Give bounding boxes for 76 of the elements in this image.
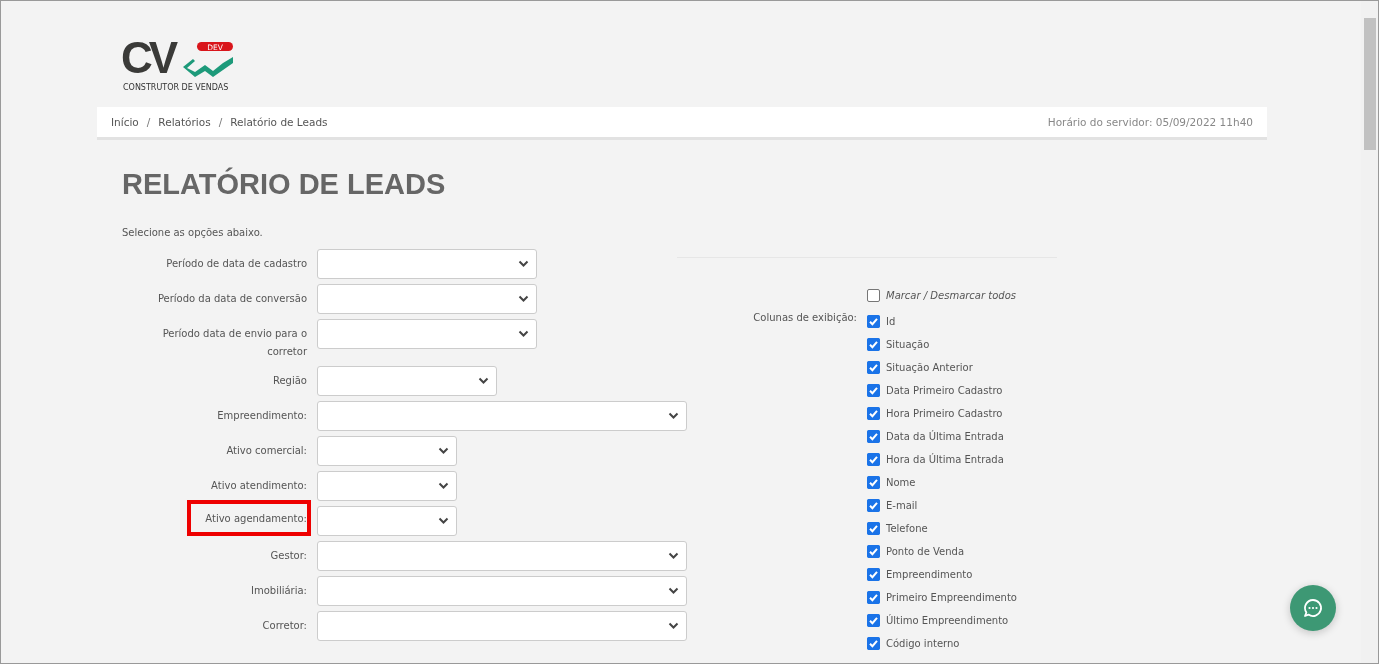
checkbox-label[interactable]: Hora da Última Entrada — [886, 454, 1004, 465]
chevron-down-icon — [438, 482, 449, 490]
checkbox[interactable] — [867, 591, 880, 604]
checkbox[interactable] — [867, 568, 880, 581]
chat-button[interactable] — [1290, 585, 1336, 631]
checkbox-label[interactable]: Marcar / Desmarcar todos — [886, 290, 1016, 301]
checkbox[interactable] — [867, 315, 880, 328]
checkbox-label[interactable]: Id — [886, 316, 896, 327]
select-field[interactable] — [317, 284, 537, 314]
checkbox[interactable] — [867, 289, 880, 302]
chevron-down-icon — [518, 260, 529, 268]
checkbox[interactable] — [867, 384, 880, 397]
chevron-down-icon — [668, 622, 679, 630]
chevron-down-icon — [668, 552, 679, 560]
checkbox-label[interactable]: Empreendimento — [886, 569, 973, 580]
checkbox-label[interactable]: Data da Última Entrada — [886, 431, 1004, 442]
select-field[interactable] — [317, 249, 537, 279]
checkbox-label[interactable]: Hora Primeiro Cadastro — [886, 408, 1003, 419]
checkbox[interactable] — [867, 545, 880, 558]
chevron-down-icon — [518, 295, 529, 303]
breadcrumb-link[interactable]: Relatórios — [158, 116, 211, 128]
checkbox[interactable] — [867, 522, 880, 535]
chevron-down-icon — [668, 587, 679, 595]
breadcrumb-link[interactable]: Relatório de Leads — [230, 116, 328, 128]
chat-bubble-icon — [1302, 597, 1324, 619]
page-title: RELATÓRIO DE LEADS — [122, 168, 447, 201]
select-field[interactable] — [317, 576, 687, 606]
checkbox[interactable] — [867, 361, 880, 374]
checkbox-label[interactable]: Código interno — [886, 638, 960, 649]
select-field[interactable] — [317, 541, 687, 571]
checkbox-label[interactable]: Nome — [886, 477, 916, 488]
select-field[interactable] — [317, 319, 537, 349]
checkbox-label[interactable]: E-mail — [886, 500, 918, 511]
field-label: Ativo comercial: — [225, 444, 307, 458]
field-label: Imobiliária: — [250, 584, 307, 598]
field-label: Período data de envio para o corretor — [161, 327, 307, 359]
checkbox-label[interactable]: Telefone — [886, 523, 928, 534]
breadcrumb-link[interactable]: Início — [111, 116, 139, 128]
field-label: Corretor: — [261, 619, 307, 633]
checkbox-label[interactable]: Último Empreendimento — [886, 615, 1009, 626]
select-field[interactable] — [317, 611, 687, 641]
checkbox-label[interactable]: Data Primeiro Cadastro — [886, 385, 1003, 396]
select-field[interactable] — [317, 471, 457, 501]
select-field[interactable] — [317, 366, 497, 396]
checkbox-label[interactable]: Situação — [886, 339, 930, 350]
checkbox-label[interactable]: Situação Anterior — [886, 362, 973, 373]
chevron-down-icon — [668, 412, 679, 420]
checkbox[interactable] — [867, 499, 880, 512]
chevron-down-icon — [438, 517, 449, 525]
checkbox[interactable] — [867, 453, 880, 466]
breadcrumb-separator: / — [218, 116, 223, 128]
chevron-down-icon — [438, 447, 449, 455]
checkbox[interactable] — [867, 476, 880, 489]
scrollbar-thumb[interactable] — [1363, 18, 1376, 150]
field-label: Período da data de conversão — [156, 292, 307, 306]
field-label: Colunas de exibição: — [752, 311, 857, 325]
checkbox-label[interactable]: Ponto de Venda — [886, 546, 965, 557]
field-label: Ativo atendimento: — [210, 479, 307, 493]
chevron-down-icon — [478, 377, 489, 385]
field-label: Região — [271, 374, 307, 388]
field-label: Gestor: — [269, 549, 307, 563]
field-label: Período de data de cadastro — [165, 257, 307, 271]
checkbox[interactable] — [867, 614, 880, 627]
checkbox[interactable] — [867, 338, 880, 351]
breadcrumb-separator: / — [146, 116, 151, 128]
select-field[interactable] — [317, 506, 457, 536]
server-time: Horário do servidor: 05/09/2022 11h40 — [1047, 116, 1253, 128]
select-field[interactable] — [317, 401, 687, 431]
field-label: Empreendimento: — [216, 409, 307, 423]
checkbox[interactable] — [867, 407, 880, 420]
instructions: Selecione as opções abaixo. — [122, 227, 263, 238]
chevron-down-icon — [518, 330, 529, 338]
checkbox[interactable] — [867, 637, 880, 650]
checkbox[interactable] — [867, 430, 880, 443]
select-field[interactable] — [317, 436, 457, 466]
checkbox-label[interactable]: Primeiro Empreendimento — [886, 592, 1017, 603]
